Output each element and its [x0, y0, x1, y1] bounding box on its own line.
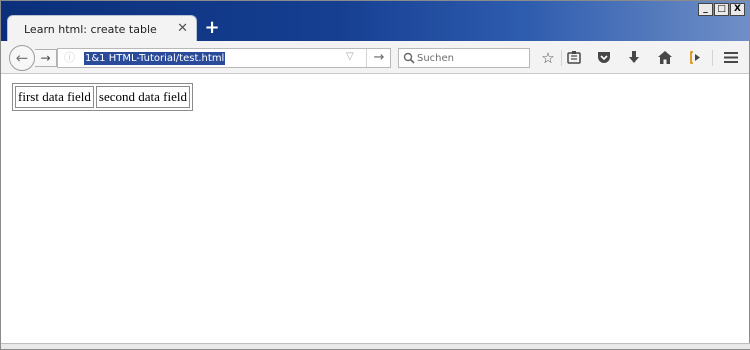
table-cell: first data field	[15, 86, 94, 108]
navigation-toolbar: ← → ⓘ 1&1 HTML-Tutorial/test.html ▽ → ☆	[1, 41, 749, 74]
new-tab-button[interactable]: +	[204, 19, 220, 37]
page-content: first data field second data field	[1, 75, 749, 345]
table-cell: second data field	[95, 86, 190, 108]
site-info-icon[interactable]: ⓘ	[64, 52, 76, 64]
home-icon[interactable]	[657, 51, 673, 65]
tab-learn-html[interactable]: Learn html: create table ✕	[7, 15, 197, 42]
url-history-dropdown-icon[interactable]: ▽	[346, 51, 354, 62]
url-text[interactable]: 1&1 HTML-Tutorial/test.html	[84, 52, 226, 65]
toolbar-separator	[712, 50, 713, 66]
close-tab-icon[interactable]: ✕	[177, 21, 188, 36]
table-row: first data field second data field	[15, 86, 190, 108]
reading-list-icon[interactable]	[566, 51, 582, 65]
go-button[interactable]: →	[366, 49, 391, 67]
bookmark-star-icon[interactable]: ☆	[540, 51, 556, 66]
window-bottom-edge	[1, 343, 750, 349]
url-bar[interactable]: ⓘ 1&1 HTML-Tutorial/test.html ▽ →	[57, 48, 391, 68]
forward-button[interactable]: →	[35, 49, 57, 67]
share-icon[interactable]	[687, 51, 703, 65]
close-window-button[interactable]: X	[730, 3, 745, 16]
back-button[interactable]: ←	[9, 45, 35, 71]
tab-title: Learn html: create table	[24, 23, 157, 36]
search-input[interactable]	[417, 50, 525, 66]
title-bar: Learn html: create table ✕ + _ □ X	[1, 1, 749, 42]
toolbar-separator	[561, 50, 562, 66]
menu-icon[interactable]	[723, 51, 739, 65]
download-icon[interactable]	[626, 51, 642, 65]
search-bar[interactable]	[398, 48, 530, 68]
pocket-icon[interactable]	[596, 51, 612, 65]
window-controls: _ □ X	[698, 3, 745, 16]
maximize-button[interactable]: □	[714, 3, 729, 16]
browser-window: Learn html: create table ✕ + _ □ X ← → ⓘ…	[0, 0, 750, 350]
data-table: first data field second data field	[12, 83, 193, 111]
search-icon	[403, 52, 415, 64]
minimize-button[interactable]: _	[698, 3, 713, 16]
